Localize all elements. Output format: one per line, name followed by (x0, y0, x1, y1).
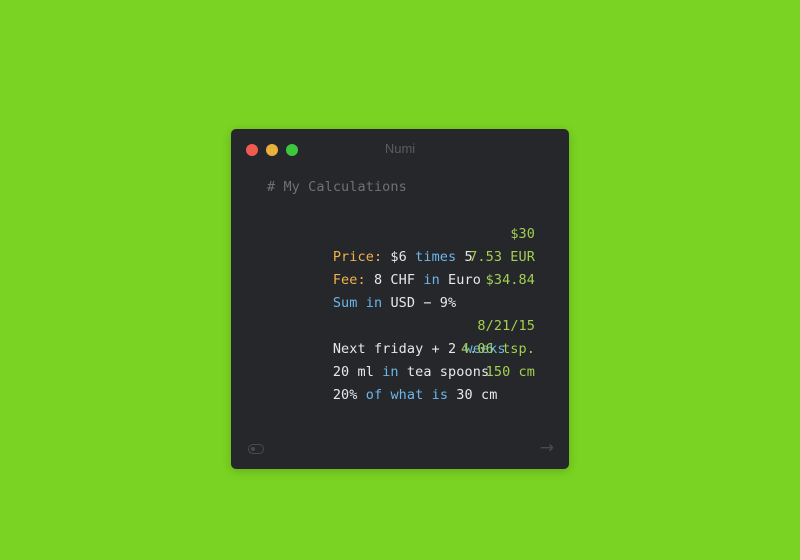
expression: 20% of what is 30 cm (267, 361, 498, 430)
expr-token: 20% (332, 387, 366, 403)
toggle-knob (251, 447, 255, 451)
comment-text: # My Calculations (267, 179, 407, 195)
result-value: 8/21/15 (477, 318, 535, 334)
window-title: Numi (384, 141, 416, 156)
result-value: 150 cm (485, 364, 535, 380)
expr-token (358, 295, 366, 311)
expr-token (423, 387, 431, 403)
result-value: $30 (510, 226, 535, 242)
numi-window: Numi # My Calculations Price: $6 times 5… (231, 129, 569, 469)
arrow-right-icon[interactable]: → (540, 438, 554, 458)
result-value: 7.53 EUR (469, 249, 535, 265)
calc-line-date[interactable]: Next friday + 2 weeks 8/21/15 (267, 315, 535, 357)
calc-line-price[interactable]: Price: $6 times 5 $30 (267, 223, 535, 265)
expr-token: of (365, 387, 383, 403)
expr-token: Sum (332, 295, 358, 311)
toggle-icon[interactable] (248, 444, 264, 454)
expr-token: is (431, 387, 449, 403)
expr-token: in (365, 295, 383, 311)
expr-token: what (390, 387, 424, 403)
calc-line-sum[interactable]: Sum in USD − 9% $34.84 (267, 269, 535, 311)
result-value: $34.84 (485, 272, 535, 288)
calc-line-volume[interactable]: 20 ml in tea spoons 4.06 tsp. (267, 338, 535, 380)
expr-token: 30 cm (448, 387, 498, 403)
calc-line-fee[interactable]: Fee: 8 CHF in Euro 7.53 EUR (267, 246, 535, 288)
comment-line: # My Calculations (267, 176, 535, 199)
expr-token: USD − 9% (382, 295, 457, 311)
result-value: 4.06 tsp. (460, 341, 535, 357)
calc-line-percent[interactable]: 20% of what is 30 cm 150 cm (267, 361, 535, 403)
title-bar: Numi (231, 129, 569, 167)
